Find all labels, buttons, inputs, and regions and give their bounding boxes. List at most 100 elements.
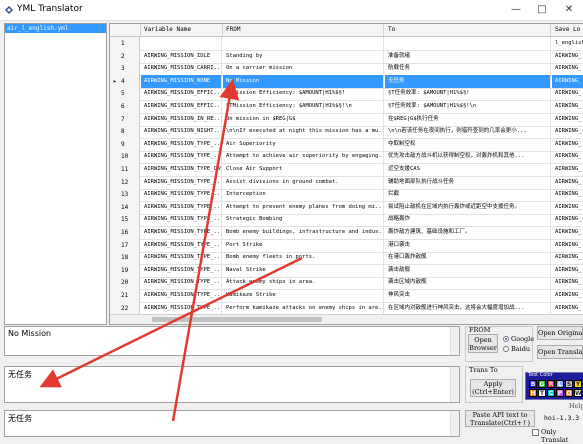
cell-from[interactable]: Attempt to prevent enemy planes from doi… <box>223 200 384 214</box>
cell-variable-name[interactable]: AIRWING_MISSION_TYPE_... <box>141 289 222 302</box>
cell-from[interactable]: No Mission <box>223 74 384 88</box>
cell-from[interactable]: Standing by <box>223 49 384 63</box>
cell-from[interactable]: \n\nIf executed at night this mission ha… <box>223 125 384 139</box>
cell-variable-name[interactable]: AIRWING_MISSION_EFFIC... <box>141 87 222 101</box>
color-swatch-c[interactable]: C <box>547 389 555 397</box>
horizontal-scrollbar[interactable] <box>110 314 583 324</box>
row-header[interactable]: 11 <box>110 163 140 176</box>
cell-save-location[interactable]: AIRWING_ <box>552 239 583 252</box>
cell-save-location[interactable]: AIRWING_ <box>552 176 583 189</box>
cell-to[interactable]: 在区域内对敌舰进行神风突击，这将会大幅度增加战... <box>385 301 551 315</box>
row-header[interactable]: 3 <box>110 62 140 76</box>
header-save-location[interactable]: Save Lo <box>552 24 583 36</box>
cell-save-location[interactable]: AIRWING_ <box>552 163 583 176</box>
cell-to[interactable]: 准备就绪 <box>385 49 551 63</box>
row-header[interactable]: 16 <box>110 226 140 239</box>
target-text-area[interactable]: 无任务 <box>4 366 460 403</box>
cell-to[interactable]: 无任务 <box>385 74 551 88</box>
target-scrollbar[interactable] <box>450 367 459 402</box>
cell-save-location[interactable]: AIRWING_ <box>552 74 583 88</box>
row-header[interactable]: 21 <box>110 289 140 302</box>
row-header[interactable]: 15 <box>110 213 140 227</box>
cell-save-location[interactable]: l_english <box>552 37 583 50</box>
cell-save-location[interactable]: AIRWING_ <box>552 201 583 214</box>
row-header[interactable]: 12 <box>110 175 140 189</box>
cell-from[interactable]: Air Superiority <box>223 137 384 151</box>
row-header[interactable]: 7 <box>110 112 140 126</box>
cell-to[interactable]: §T任务效率: $AMOUNT|H1%$§! <box>385 87 551 101</box>
header-variable-name[interactable]: Variable Name <box>141 24 223 36</box>
color-swatch-p[interactable]: P <box>556 389 564 397</box>
cell-to[interactable] <box>385 37 551 50</box>
color-swatch-o[interactable]: O <box>565 389 573 397</box>
color-swatch-s[interactable]: S <box>565 380 573 388</box>
row-header[interactable]: 1 <box>110 37 140 50</box>
cell-from[interactable]: Naval Strike <box>223 263 384 277</box>
cell-variable-name[interactable]: AIRWING_MISSION_NONE <box>141 74 222 88</box>
cell-to[interactable]: 航载任务 <box>385 62 551 76</box>
cell-save-location[interactable]: AIRWING_ <box>552 62 583 75</box>
cell-from[interactable]: Close Air Support <box>223 163 384 176</box>
cell-variable-name[interactable]: AIRWING_MISSION_TYPE_... <box>141 276 222 290</box>
only-translate-checkbox[interactable] <box>532 429 539 436</box>
cell-to[interactable]: 在港口轰炸敌舰 <box>385 251 551 265</box>
cell-to[interactable]: 辅助地面部队执行战斗任务 <box>385 175 551 189</box>
saved-text-area[interactable]: 无任务 <box>4 410 460 437</box>
cell-save-location[interactable]: AIRWING_ <box>552 125 583 138</box>
cell-save-location[interactable]: AIRWING_ <box>552 276 583 289</box>
cell-to[interactable]: §T任务效率: $AMOUNT|H1%$§!\n <box>385 100 551 113</box>
cell-from[interactable]: Bomb enemy buildings, infrastructure and… <box>223 226 384 239</box>
close-button[interactable]: ✕ <box>555 0 583 20</box>
row-header[interactable]: 8 <box>110 125 140 139</box>
cell-to[interactable]: 战略轰炸 <box>385 213 551 227</box>
cell-save-location[interactable]: AIRWING_ <box>552 150 583 163</box>
row-header[interactable]: 6 <box>110 100 140 113</box>
cell-variable-name[interactable]: AIRWING_MISSION_TYPE_... <box>141 251 222 265</box>
color-swatch-r[interactable]: R <box>547 380 555 388</box>
cell-variable-name[interactable]: AIRWING_MISSION_EFFIC... <box>141 100 222 113</box>
minimize-button[interactable]: — <box>502 0 530 20</box>
translation-grid[interactable]: Variable Name FROM To Save Lo 1 l_english… <box>109 23 583 325</box>
cell-variable-name[interactable]: AIRWING_MISSION_IDLE <box>141 49 222 63</box>
row-header[interactable]: 22 <box>110 301 140 315</box>
cell-save-location[interactable]: AIRWING_ <box>552 138 583 151</box>
cell-variable-name[interactable]: AIRWING_MISSION_TYPE_... <box>141 200 222 214</box>
cell-from[interactable]: §TMission Efficiency: $AMOUNT|H1%$§!\n <box>223 100 384 113</box>
cell-from[interactable]: Attack enemy ships in area. <box>223 276 384 290</box>
row-header[interactable]: 4 ▸ <box>110 74 140 88</box>
color-swatch-w[interactable]: W <box>574 389 582 397</box>
google-radio[interactable] <box>503 336 509 342</box>
horizontal-scroll-thumb[interactable] <box>152 317 322 322</box>
source-text-area[interactable]: No Mission <box>4 326 460 356</box>
cell-save-location[interactable]: AIRWING_ <box>552 87 583 100</box>
cell-save-location[interactable]: AIRWING_ <box>552 100 583 113</box>
cell-from[interactable]: Perform kamikaze attacks on enemy ships … <box>223 301 384 315</box>
cell-save-location[interactable]: AIRWING_ <box>552 113 583 126</box>
cell-to[interactable]: 神风突击 <box>385 289 551 302</box>
cell-save-location[interactable]: AIRWING_ <box>552 289 583 302</box>
cell-variable-name[interactable]: AIRWING_MISSION_TYPE_... <box>141 213 222 227</box>
cell-variable-name[interactable]: AIRWING_MISSION_TYPE_... <box>141 137 222 151</box>
cell-to[interactable]: 优先攻击敌方战斗机以获得制空权，对轰炸机和其他... <box>385 150 551 164</box>
row-header[interactable]: 18 <box>110 251 140 265</box>
open-translate-button[interactable]: Open Translate <box>537 345 583 359</box>
color-swatch-h[interactable]: H <box>529 389 537 397</box>
row-header[interactable]: 20 <box>110 276 140 290</box>
cell-variable-name[interactable]: AIRWING_MISSION_NIGHT... <box>141 125 222 139</box>
cell-from[interactable]: Kamikaze Strike <box>223 289 384 302</box>
color-swatch-g[interactable]: G <box>538 380 546 388</box>
cell-from[interactable]: Strategic Bombing <box>223 213 384 227</box>
cell-to[interactable]: 拦截 <box>385 188 551 202</box>
cell-to[interactable]: 袭击区域内敌舰 <box>385 276 551 290</box>
file-list[interactable]: air_l_english.yml <box>4 23 107 325</box>
cell-to[interactable]: 袭击敌舰 <box>385 263 551 277</box>
cell-from[interactable]: Interception <box>223 188 384 202</box>
color-swatch-b[interactable]: B <box>529 380 537 388</box>
cell-save-location[interactable]: AIRWING_ <box>552 226 583 239</box>
row-header[interactable]: 19 <box>110 263 140 277</box>
row-header[interactable]: 14 <box>110 200 140 214</box>
cell-variable-name[interactable]: AIRWING_MISSION_TYPE_... <box>141 238 222 252</box>
header-to[interactable]: To <box>385 24 551 36</box>
baidu-radio[interactable] <box>503 346 509 352</box>
color-swatch-y[interactable]: Y <box>574 380 582 388</box>
